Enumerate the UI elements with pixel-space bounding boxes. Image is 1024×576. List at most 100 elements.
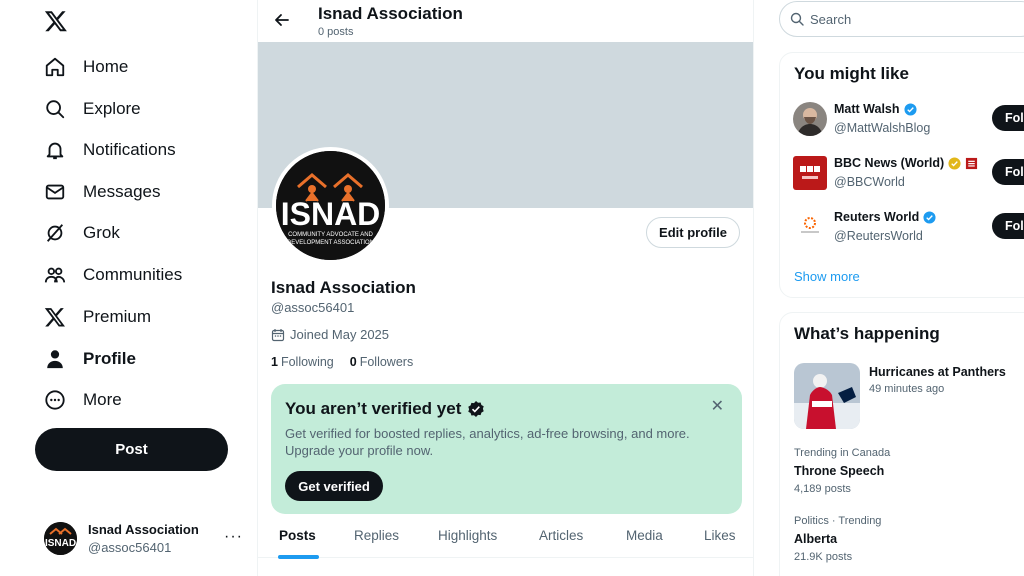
nav-more-label: More xyxy=(83,390,122,409)
profile-handle: @assoc56401 xyxy=(271,300,355,315)
follow-button[interactable]: Foll xyxy=(992,213,1024,239)
suggestion-handle: @MattWalshBlog xyxy=(834,121,931,135)
post-button[interactable]: Post xyxy=(35,428,228,471)
nav-explore[interactable]: Explore xyxy=(44,94,141,124)
nav-messages[interactable]: Messages xyxy=(44,177,160,207)
affiliate-badge-icon xyxy=(966,157,978,169)
x-logo-icon[interactable] xyxy=(44,9,68,33)
header-post-count: 0 posts xyxy=(318,26,354,38)
suggestion-row[interactable]: BBC News (World) @BBCWorld Foll xyxy=(793,156,1024,196)
featured-trend-image[interactable] xyxy=(794,363,860,429)
nav-notifications[interactable]: Notifications xyxy=(44,135,176,165)
svg-text:ISNAD: ISNAD xyxy=(281,196,381,232)
suggestion-handle: @BBCWorld xyxy=(834,175,905,189)
following-link[interactable]: 1 Following xyxy=(271,355,334,369)
featured-trend-title[interactable]: Hurricanes at Panthers xyxy=(869,365,1006,379)
tab-replies[interactable]: Replies xyxy=(354,528,399,543)
search-icon xyxy=(790,12,804,26)
header-title: Isnad Association xyxy=(318,4,463,23)
nav-grok[interactable]: Grok xyxy=(44,218,120,248)
tab-likes[interactable]: Likes xyxy=(704,528,736,543)
search-input[interactable]: Search xyxy=(779,1,1024,37)
joined-label: Joined May 2025 xyxy=(290,327,390,342)
verified-badge-icon xyxy=(903,102,917,116)
nav-profile[interactable]: Profile xyxy=(44,344,136,374)
suggestion-name: BBC News (World) xyxy=(834,156,978,170)
suggestion-row[interactable]: Matt Walsh @MattWalshBlog Foll xyxy=(793,102,1024,142)
nav-grok-label: Grok xyxy=(83,223,120,242)
x-icon xyxy=(44,306,66,328)
verified-badge-icon xyxy=(923,210,936,224)
nav-home[interactable]: Home xyxy=(44,52,128,82)
nav-profile-label: Profile xyxy=(83,349,136,368)
tab-posts[interactable]: Posts xyxy=(279,528,316,543)
bell-icon xyxy=(44,139,66,161)
follow-stats: 1 Following 0 Followers xyxy=(271,355,429,369)
calendar-icon xyxy=(271,328,285,341)
trend-title: Alberta xyxy=(794,532,838,546)
avatar xyxy=(793,210,827,244)
person-icon xyxy=(44,348,66,370)
whats-happening-title: What’s happening xyxy=(794,324,940,343)
who-to-follow-title: You might like xyxy=(794,64,909,83)
suggestion-row[interactable]: Reuters World @ReutersWorld Foll xyxy=(793,210,1024,250)
grok-icon xyxy=(44,222,66,244)
nav-more[interactable]: More xyxy=(44,385,122,415)
who-to-follow-card: You might like Matt Walsh @MattWalshBlog… xyxy=(779,52,1024,298)
verification-title: You aren’t verified yet xyxy=(285,399,485,419)
svg-text:ISNAD: ISNAD xyxy=(45,538,76,549)
edit-profile-button[interactable]: Edit profile xyxy=(646,217,740,248)
active-tab-indicator xyxy=(278,555,319,559)
nav-messages-label: Messages xyxy=(83,182,161,201)
suggestion-name: Reuters World xyxy=(834,210,936,224)
trend-post-count: 21.9K posts xyxy=(794,551,853,563)
close-icon[interactable]: ✕ xyxy=(711,396,724,416)
profile-avatar[interactable]: ISNAD COMMUNITY ADVOCATE AND DEVELOPMENT… xyxy=(272,147,389,264)
nav-premium-label: Premium xyxy=(83,307,152,326)
account-handle: @assoc56401 xyxy=(88,539,172,555)
profile-column: Isnad Association 0 posts ISNAD COMMUNIT… xyxy=(257,0,754,576)
tab-highlights[interactable]: Highlights xyxy=(438,528,497,543)
verification-prompt: You aren’t verified yet ✕ Get verified f… xyxy=(271,384,742,514)
home-icon xyxy=(44,56,66,78)
account-name: Isnad Association xyxy=(88,521,199,537)
suggestion-handle: @ReutersWorld xyxy=(834,229,923,243)
nav-communities[interactable]: Communities xyxy=(44,260,182,290)
trend-context: Politics · Trending xyxy=(794,515,882,527)
account-more-icon[interactable]: ··· xyxy=(224,528,243,546)
tab-articles[interactable]: Articles xyxy=(539,528,583,543)
featured-trend-time: 49 minutes ago xyxy=(869,383,945,395)
svg-text:COMMUNITY ADVOCATE AND: COMMUNITY ADVOCATE AND xyxy=(288,232,373,238)
gold-badge-icon xyxy=(948,156,961,170)
nav-notifications-label: Notifications xyxy=(83,140,176,159)
verified-badge-icon xyxy=(468,401,485,417)
more-circle-icon xyxy=(44,389,66,411)
avatar xyxy=(793,156,827,190)
trend-title: Throne Speech xyxy=(794,464,885,478)
trend-context: Trending in Canada xyxy=(794,447,891,459)
search-placeholder: Search xyxy=(810,11,852,27)
whats-happening-card: What’s happening Hurricanes at Panthers … xyxy=(779,312,1024,576)
svg-text:DEVELOPMENT ASSOCIATION: DEVELOPMENT ASSOCIATION xyxy=(287,240,374,246)
nav-premium[interactable]: Premium xyxy=(44,302,151,332)
profile-name: Isnad Association xyxy=(271,278,416,297)
search-icon xyxy=(44,98,66,120)
suggestion-name: Matt Walsh xyxy=(834,102,917,116)
trend-item[interactable]: Trending in Canada Throne Speech 4,189 p… xyxy=(794,447,1024,495)
followers-link[interactable]: 0 Followers xyxy=(350,355,413,369)
envelope-icon xyxy=(44,181,66,203)
follow-button[interactable]: Foll xyxy=(992,105,1024,131)
nav-home-label: Home xyxy=(83,57,129,76)
trend-post-count: 4,189 posts xyxy=(794,483,851,495)
trend-item[interactable]: Politics · Trending Alberta 21.9K posts xyxy=(794,515,1024,563)
left-sidebar: Home Explore Notifications Messages Grok… xyxy=(0,0,257,576)
follow-button[interactable]: Foll xyxy=(992,159,1024,185)
account-switcher[interactable]: ISNAD Isnad Association @assoc56401 ··· xyxy=(44,518,244,558)
get-verified-button[interactable]: Get verified xyxy=(285,471,383,501)
people-icon xyxy=(44,264,66,286)
back-arrow-icon[interactable] xyxy=(272,10,292,30)
show-more-link[interactable]: Show more xyxy=(794,269,860,284)
avatar xyxy=(793,102,827,136)
account-avatar: ISNAD xyxy=(44,521,77,555)
tab-media[interactable]: Media xyxy=(626,528,663,543)
